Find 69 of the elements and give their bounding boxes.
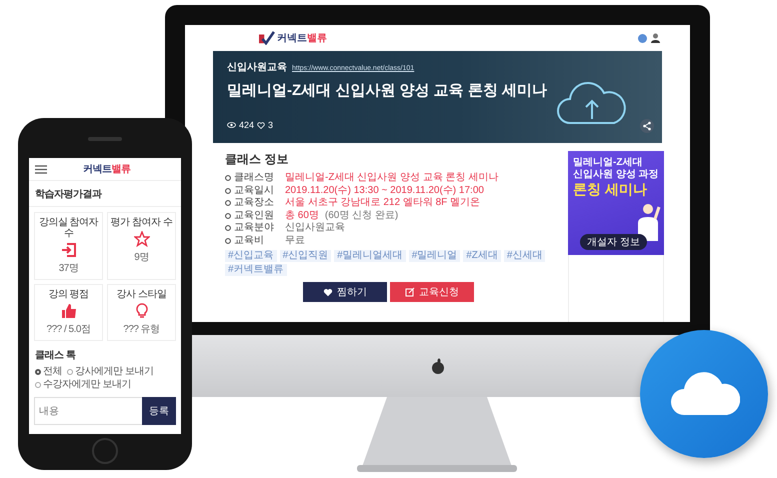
info-bullet-icon [225, 225, 231, 232]
logo-text: 커넥트밸류 [83, 163, 130, 176]
info-bullet-icon [225, 175, 231, 182]
info-label: 교육인원 [234, 210, 275, 222]
profile-badge-icon[interactable] [638, 34, 647, 42]
share-icon[interactable] [640, 119, 654, 133]
recipient-radio[interactable]: 강사에게만 보내기 [67, 366, 154, 378]
info-value: 총 60명 [285, 210, 319, 222]
section-heading: 학습자평가결과 [29, 181, 181, 207]
cloud-icon [668, 371, 740, 417]
creator-info-button[interactable]: 개설자 정보 [580, 234, 647, 250]
poster-text: 밀레니얼-Z세대 [573, 157, 644, 169]
like-count: 3 [268, 120, 274, 130]
info-bullet-icon [225, 200, 231, 206]
apply-button[interactable]: 교육신청 [390, 282, 474, 302]
info-value: 밀레니얼-Z세대 신입사원 양성 교육 론칭 세미나 [285, 172, 498, 184]
stat-value: ??? 유형 [123, 323, 160, 336]
section-heading: 클래스 톡 [34, 349, 76, 363]
like-button[interactable]: 찜하기 [303, 282, 387, 302]
info-label: 교육장소 [234, 197, 275, 210]
stat-value: 37명 [58, 262, 78, 275]
stat-title: 강사 스타일 [116, 289, 166, 300]
menu-icon[interactable] [35, 164, 47, 174]
logo-icon [430, 358, 444, 374]
info-value: 서울 서초구 강남대로 212 엘타워 8F 멜기온 [285, 197, 480, 210]
thumbs-up-icon [60, 303, 76, 319]
send-button[interactable]: 등록 [142, 397, 176, 425]
info-bullet-icon [225, 238, 231, 244]
edit-icon [405, 287, 415, 297]
hashtag-chip[interactable]: #신세대 [504, 250, 546, 262]
stat-title: 강의실 참여자 수 [38, 217, 100, 239]
heart-icon [257, 122, 266, 128]
section-heading: 클래스 정보 [225, 151, 290, 168]
logo-text: 커넥트밸류 [277, 32, 327, 45]
poster-headline: 론칭 세미나 [573, 181, 648, 198]
info-value: 2019.11.20(수) 13:30 ~ 2019.11.20(수) 17:00 [285, 184, 484, 197]
hashtag-chip[interactable]: #커넥트밸류 [225, 264, 287, 276]
info-label: 교육비 [234, 234, 265, 247]
category-label: 신입사원교육 [227, 61, 287, 74]
hashtag-chip[interactable]: #신입교육 [225, 250, 277, 262]
info-label: 클래스명 [234, 172, 275, 184]
info-value: 신입사원교육 [285, 222, 345, 234]
poster-text: 신입사원 양성 과정 [573, 169, 659, 181]
info-label: 교육일시 [234, 184, 275, 197]
stat-title: 강의 평점 [48, 289, 89, 300]
class-title: 밀레니얼-Z세대 신입사원 양성 교육 론칭 세미나 [227, 81, 548, 100]
hashtag-chip[interactable]: #신입직원 [280, 250, 332, 262]
recipient-radio[interactable]: 전체 [35, 366, 62, 378]
eye-icon [227, 122, 236, 128]
check-logo-icon [257, 31, 275, 45]
user-icon[interactable] [651, 33, 660, 43]
info-bullet-icon [225, 212, 231, 219]
stat-value: 9명 [134, 251, 149, 264]
info-value: 무료 [285, 234, 305, 247]
stat-title: 평가 참여자 수 [110, 217, 172, 228]
info-note: (60명 신청 완료) [324, 210, 398, 222]
heart-icon [323, 288, 333, 296]
message-input[interactable]: 내용 [34, 397, 142, 425]
sign-in-icon [60, 242, 76, 258]
view-count: 424 [239, 120, 254, 130]
hashtag-chip[interactable]: #밀레니얼세대 [334, 250, 406, 262]
hashtag-chip[interactable]: #Z세대 [463, 250, 501, 262]
light-bulb-icon [134, 303, 150, 319]
info-label: 교육분야 [234, 222, 275, 234]
star-icon [134, 231, 150, 247]
stat-value: ??? / 5.0점 [46, 323, 90, 336]
hashtag-chip[interactable]: #밀레니얼 [408, 250, 460, 262]
info-bullet-icon [225, 188, 231, 194]
recipient-radio[interactable]: 수강자에게만 보내기 [35, 379, 131, 391]
